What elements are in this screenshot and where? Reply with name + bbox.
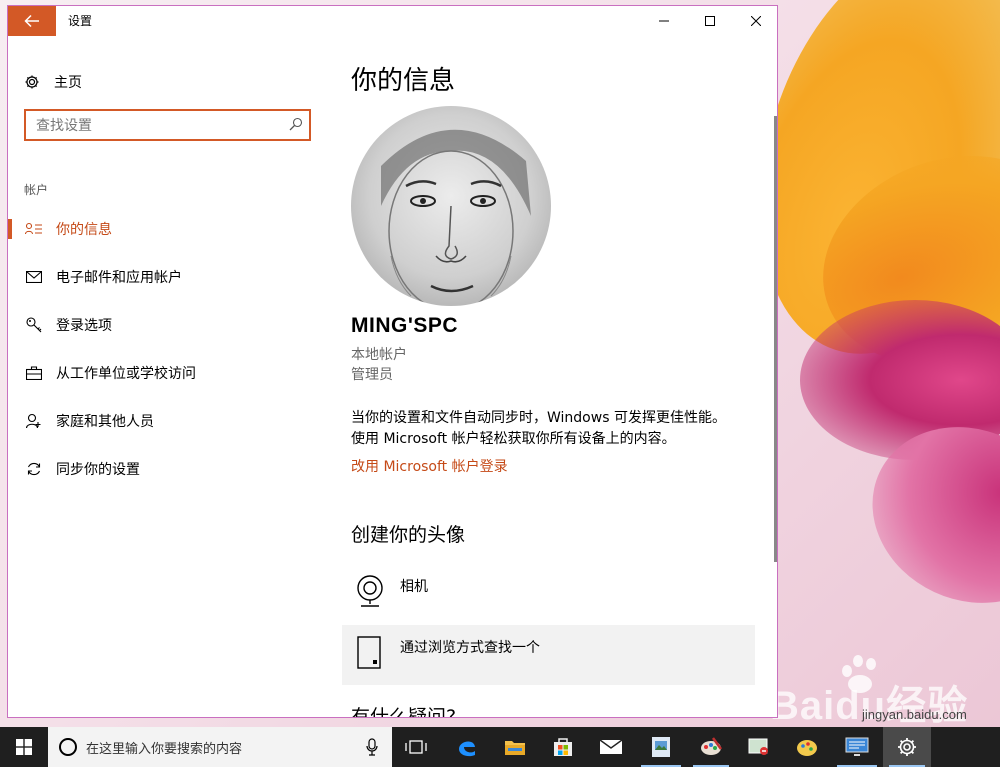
microsoft-signin-link[interactable]: 改用 Microsoft 帐户登录 bbox=[351, 456, 508, 476]
mail-icon bbox=[599, 739, 623, 754]
sidebar-item-label: 家庭和其他人员 bbox=[56, 414, 154, 430]
search-box[interactable] bbox=[24, 109, 311, 141]
create-avatar-heading: 创建你的头像 bbox=[351, 524, 466, 546]
microphone-icon[interactable] bbox=[366, 738, 378, 756]
description-line: 使用 Microsoft 帐户轻松获取你所有设备上的内容。 bbox=[351, 431, 676, 447]
taskbar-screenshot-tool[interactable] bbox=[735, 727, 783, 767]
taskbar-file-explorer[interactable] bbox=[491, 727, 539, 767]
taskbar-edge[interactable] bbox=[443, 727, 491, 767]
sidebar-item-label: 从工作单位或学校访问 bbox=[56, 366, 196, 382]
sidebar-item-work-school[interactable]: 从工作单位或学校访问 bbox=[8, 357, 308, 389]
person-list-icon bbox=[24, 222, 44, 236]
brush-palette-icon bbox=[797, 740, 817, 756]
sidebar: 主页 帐户 你的信息 bbox=[8, 36, 328, 717]
taskbar: 在这里输入你要搜索的内容 bbox=[0, 727, 1000, 767]
sidebar-home[interactable]: 主页 bbox=[24, 72, 82, 92]
user-name: MING'SPC bbox=[351, 314, 459, 337]
monitor-icon bbox=[845, 737, 869, 756]
paint-palette-icon bbox=[701, 737, 723, 755]
browse-file-icon bbox=[355, 635, 385, 675]
close-icon bbox=[751, 16, 761, 26]
account-role: 管理员 bbox=[351, 367, 393, 383]
window-title: 设置 bbox=[68, 14, 93, 28]
questions-heading: 有什么疑问? bbox=[351, 706, 457, 718]
option-label: 相机 bbox=[400, 579, 428, 595]
folder-icon bbox=[505, 741, 525, 755]
page-title: 你的信息 bbox=[351, 66, 456, 96]
sidebar-item-email-accounts[interactable]: 电子邮件和应用帐户 bbox=[8, 261, 308, 293]
back-button[interactable] bbox=[8, 6, 56, 36]
webcam-icon bbox=[355, 574, 385, 612]
taskbar-paint[interactable] bbox=[687, 727, 735, 767]
baidu-watermark: Baidu经验 jingyan.baidu.com bbox=[770, 655, 970, 727]
user-avatar bbox=[351, 106, 551, 306]
arrow-left-icon bbox=[24, 14, 39, 28]
avatar-portrait-sketch bbox=[381, 129, 531, 306]
taskbar-search-placeholder: 在这里输入你要搜索的内容 bbox=[86, 741, 243, 757]
sidebar-item-label: 电子邮件和应用帐户 bbox=[56, 270, 182, 286]
main-content: 你的信息 MING'SPC 本地帐户 管理员 当你的设置和文件自动同步时，Win… bbox=[342, 36, 761, 718]
sidebar-item-family[interactable]: 家庭和其他人员 bbox=[8, 405, 308, 437]
sidebar-home-label: 主页 bbox=[54, 75, 82, 91]
image-viewer-icon bbox=[748, 738, 768, 755]
close-button[interactable] bbox=[733, 6, 777, 36]
taskbar-photo-app[interactable] bbox=[635, 727, 687, 767]
maximize-button[interactable] bbox=[687, 6, 733, 36]
task-view-button[interactable] bbox=[392, 727, 440, 767]
start-button[interactable] bbox=[0, 727, 48, 767]
windows-logo-icon bbox=[16, 739, 32, 755]
taskbar-search[interactable]: 在这里输入你要搜索的内容 bbox=[48, 727, 392, 767]
taskbar-drawing-app[interactable] bbox=[783, 727, 831, 767]
task-view-icon bbox=[405, 740, 427, 754]
mail-icon bbox=[24, 271, 44, 283]
taskbar-store[interactable] bbox=[539, 727, 587, 767]
search-icon bbox=[289, 117, 303, 131]
option-label: 通过浏览方式查找一个 bbox=[400, 640, 540, 656]
sync-icon bbox=[24, 461, 44, 477]
minimize-button[interactable] bbox=[641, 6, 687, 36]
gear-icon bbox=[898, 738, 916, 756]
sidebar-item-sign-in-options[interactable]: 登录选项 bbox=[8, 309, 308, 341]
sidebar-item-label: 你的信息 bbox=[56, 222, 112, 238]
key-icon bbox=[24, 317, 44, 333]
settings-window: 设置 主页 帐户 bbox=[7, 5, 778, 718]
taskbar-remote-desktop[interactable] bbox=[831, 727, 883, 767]
camera-option[interactable]: 相机 bbox=[342, 564, 755, 624]
sync-description: 当你的设置和文件自动同步时，Windows 可发挥更佳性能。 使用 Micros… bbox=[351, 408, 761, 450]
sidebar-item-label: 登录选项 bbox=[56, 318, 112, 334]
watermark-site: jingyan.baidu.com bbox=[862, 707, 967, 722]
maximize-icon bbox=[705, 16, 715, 26]
section-label-accounts: 帐户 bbox=[24, 183, 49, 197]
sidebar-item-label: 同步你的设置 bbox=[56, 462, 140, 478]
title-bar: 设置 bbox=[8, 6, 777, 36]
account-type: 本地帐户 bbox=[351, 347, 407, 363]
active-indicator bbox=[8, 219, 12, 239]
browse-option[interactable]: 通过浏览方式查找一个 bbox=[342, 625, 755, 685]
taskbar-settings[interactable] bbox=[883, 727, 931, 767]
picture-icon bbox=[652, 737, 670, 757]
description-line: 当你的设置和文件自动同步时，Windows 可发挥更佳性能。 bbox=[351, 410, 726, 426]
taskbar-mail[interactable] bbox=[587, 727, 635, 767]
briefcase-icon bbox=[24, 366, 44, 380]
cortana-icon bbox=[59, 738, 77, 756]
gear-icon bbox=[25, 75, 39, 89]
minimize-icon bbox=[659, 20, 669, 22]
person-add-icon bbox=[24, 413, 44, 429]
sidebar-item-your-info[interactable]: 你的信息 bbox=[8, 213, 308, 245]
edge-icon bbox=[459, 741, 475, 757]
sidebar-item-sync[interactable]: 同步你的设置 bbox=[8, 453, 308, 485]
search-input[interactable] bbox=[34, 115, 278, 137]
store-icon bbox=[554, 738, 572, 756]
content-scrollbar[interactable] bbox=[774, 116, 777, 562]
